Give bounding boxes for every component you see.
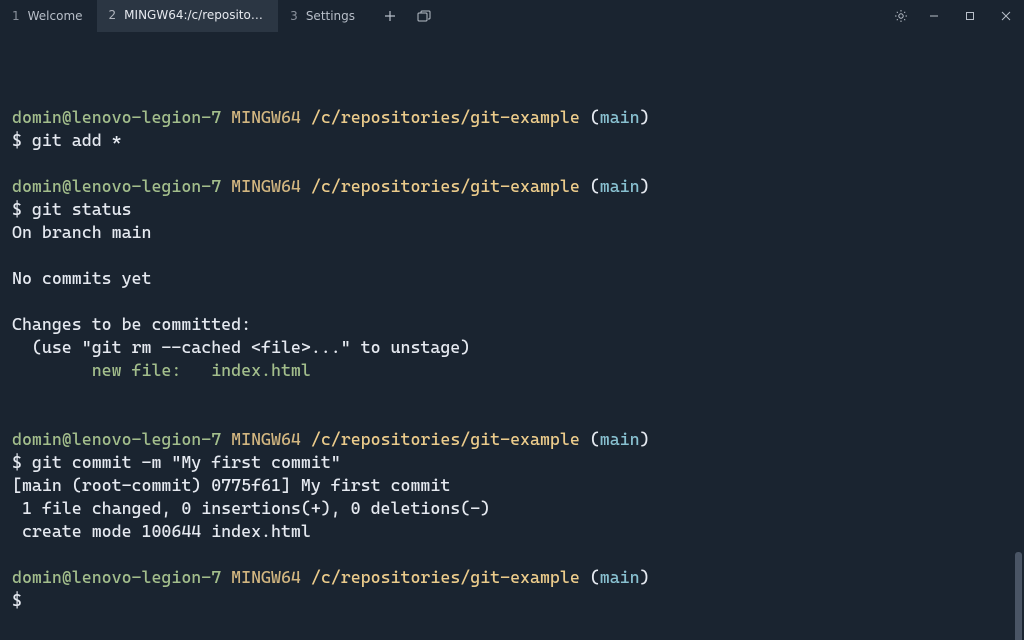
output-line: [12, 244, 1012, 267]
command-line: $ git status: [12, 198, 1012, 221]
prompt-line: domin@lenovo-legion-7 MINGW64 /c/reposit…: [12, 175, 1012, 198]
output-line: 1 file changed, 0 insertions(+), 0 delet…: [12, 497, 1012, 520]
maximize-button[interactable]: [952, 0, 988, 32]
tab-terminal[interactable]: 2 MINGW64:/c/repositori...: [97, 0, 279, 32]
tab-actions: [369, 0, 439, 32]
plus-icon: [384, 10, 396, 22]
output-line: No commits yet: [12, 267, 1012, 290]
minimize-button[interactable]: [916, 0, 952, 32]
output-line: [12, 290, 1012, 313]
tab-title: Welcome: [28, 9, 83, 23]
window-controls: [916, 0, 1024, 32]
gear-icon: [894, 9, 908, 23]
output-line: Changes to be committed:: [12, 313, 1012, 336]
title-bar: 1 Welcome 2 MINGW64:/c/repositori... 3 S…: [0, 0, 1024, 32]
tab-title: Settings: [306, 9, 355, 23]
scrollbar[interactable]: [1015, 552, 1022, 640]
tab-index: 2: [109, 8, 117, 22]
command-line: $ git add *: [12, 129, 1012, 152]
blank-line: [12, 405, 1012, 428]
prompt-line: domin@lenovo-legion-7 MINGW64 /c/reposit…: [12, 566, 1012, 589]
tab-settings[interactable]: 3 Settings: [278, 0, 369, 32]
blank-line: [12, 543, 1012, 566]
blank-line: [12, 152, 1012, 175]
command-line: $: [12, 589, 1012, 612]
output-line: [12, 382, 1012, 405]
minimize-icon: [929, 11, 939, 21]
settings-button[interactable]: [886, 0, 916, 32]
tab-index: 3: [290, 9, 298, 23]
tab-index: 1: [12, 9, 20, 23]
tab-title: MINGW64:/c/repositori...: [124, 8, 264, 22]
command-line: $ git commit -m "My first commit": [12, 451, 1012, 474]
maximize-icon: [965, 11, 975, 21]
output-line: create mode 100644 index.html: [12, 520, 1012, 543]
output-line: new file: index.html: [12, 359, 1012, 382]
prompt-line: domin@lenovo-legion-7 MINGW64 /c/reposit…: [12, 106, 1012, 129]
close-button[interactable]: [988, 0, 1024, 32]
output-line: (use "git rm --cached <file>..." to unst…: [12, 336, 1012, 359]
tab-welcome[interactable]: 1 Welcome: [0, 0, 97, 32]
tab-overview-button[interactable]: [409, 0, 439, 32]
windows-icon: [417, 10, 431, 22]
tabs: 1 Welcome 2 MINGW64:/c/repositori... 3 S…: [0, 0, 369, 32]
titlebar-spacer: [439, 0, 886, 32]
new-tab-button[interactable]: [375, 0, 405, 32]
close-icon: [1001, 11, 1011, 21]
output-line: [main (root-commit) 0775f61] My first co…: [12, 474, 1012, 497]
terminal-pane[interactable]: domin@lenovo-legion-7 MINGW64 /c/reposit…: [0, 32, 1024, 640]
output-line: On branch main: [12, 221, 1012, 244]
prompt-line: domin@lenovo-legion-7 MINGW64 /c/reposit…: [12, 428, 1012, 451]
